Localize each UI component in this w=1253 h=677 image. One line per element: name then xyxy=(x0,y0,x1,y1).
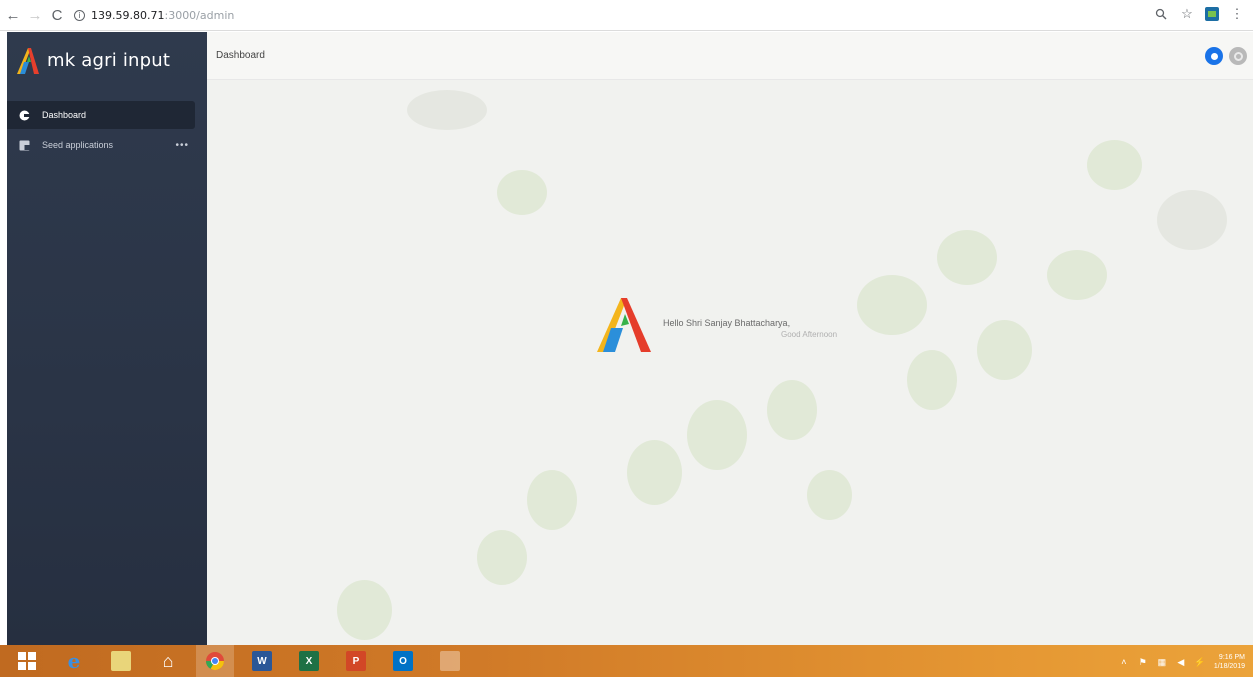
clock-date: 1/18/2019 xyxy=(1213,663,1245,670)
background-leaf xyxy=(407,90,487,130)
windows-start-icon[interactable] xyxy=(8,645,46,677)
sidebar-item-label: Seed applications xyxy=(42,140,114,150)
word-icon[interactable]: W xyxy=(243,645,281,677)
outlook-icon[interactable]: O xyxy=(384,645,422,677)
internet-explorer-icon[interactable]: e xyxy=(55,645,93,677)
background-leaf xyxy=(1047,250,1107,300)
background-leaf xyxy=(527,470,577,530)
background-leaf xyxy=(807,470,852,520)
background-leaf xyxy=(627,440,682,505)
network-icon[interactable]: ▦ xyxy=(1157,657,1167,667)
info-icon[interactable]: i xyxy=(74,9,85,21)
brand[interactable]: mk agri input xyxy=(7,32,207,89)
hello-text: Hello Shri Sanjay Bhattacharya, xyxy=(663,318,791,328)
background-leaf xyxy=(937,230,997,285)
url-host: 139.59.80.71 xyxy=(91,8,165,22)
clock[interactable]: 9:16 PM 1/18/2019 xyxy=(1214,653,1245,671)
file-explorer-icon[interactable] xyxy=(102,645,140,677)
flag-icon[interactable]: ⚑ xyxy=(1138,657,1148,667)
sidebar-item-label: Dashboard xyxy=(42,110,87,120)
page-title: Dashboard xyxy=(216,50,265,61)
browser-toolbar: ← → C i 139.59.80.71:3000/admin ☆ ⋮ xyxy=(0,0,1253,31)
top-header: Dashboard xyxy=(207,32,1253,80)
background-leaf xyxy=(477,530,527,585)
background-leaf xyxy=(907,350,957,410)
background-leaf xyxy=(767,380,817,440)
welcome-message: Hello Shri Sanjay Bhattacharya, Good Aft… xyxy=(597,298,897,358)
menu-dots-icon[interactable]: ⋮ xyxy=(1229,6,1245,22)
greeting-text: Good Afternoon xyxy=(781,330,838,339)
background-leaf xyxy=(497,170,547,215)
zoom-icon[interactable] xyxy=(1153,6,1169,22)
language-icon[interactable]: ⚡ xyxy=(1194,657,1205,667)
home-icon[interactable]: ⌂ xyxy=(149,645,187,677)
background-leaf xyxy=(1087,140,1142,190)
sidebar-item-dashboard[interactable]: Dashboard xyxy=(7,101,195,129)
extension-icon[interactable] xyxy=(1205,7,1219,21)
excel-icon[interactable]: X xyxy=(290,645,328,677)
reload-icon[interactable]: C xyxy=(48,6,66,24)
more-dots-icon[interactable]: ••• xyxy=(175,140,189,151)
background-leaf xyxy=(1157,190,1227,250)
back-arrow-icon[interactable]: ← xyxy=(4,6,22,24)
address-bar[interactable]: i 139.59.80.71:3000/admin xyxy=(74,9,234,22)
document-icon xyxy=(19,140,30,151)
gauge-icon xyxy=(19,110,30,121)
url-path: :3000/admin xyxy=(164,8,235,22)
sidebar-item-seed-applications[interactable]: Seed applications ••• xyxy=(7,131,195,159)
chrome-icon[interactable] xyxy=(196,645,234,677)
user-avatar-icon[interactable] xyxy=(1229,47,1247,65)
clock-time: 9:16 PM xyxy=(1218,654,1245,661)
chevron-up-icon[interactable]: ˄ xyxy=(1119,657,1129,667)
sidebar: mk agri input Dashboard Seed application… xyxy=(7,32,207,645)
star-icon[interactable]: ☆ xyxy=(1179,6,1195,22)
powerpoint-icon[interactable]: P xyxy=(337,645,375,677)
background-leaf xyxy=(977,320,1032,380)
windows-taskbar: e ⌂ W X P O ˄ ⚑ ▦ ◀ ⚡ 9:16 PM 1/18/2019 xyxy=(0,645,1253,677)
background-leaf xyxy=(687,400,747,470)
sidebar-menu: Dashboard Seed applications ••• xyxy=(7,101,207,159)
forward-arrow-icon[interactable]: → xyxy=(26,6,44,24)
brand-name: mk agri input xyxy=(47,50,171,71)
notification-bell-icon[interactable] xyxy=(1205,47,1223,65)
app-logo-icon xyxy=(597,298,651,352)
brand-logo-icon xyxy=(17,47,39,74)
volume-icon[interactable]: ◀ xyxy=(1176,657,1186,667)
app-icon[interactable] xyxy=(431,645,469,677)
main-content: Hello Shri Sanjay Bhattacharya, Good Aft… xyxy=(207,80,1253,645)
system-tray: ˄ ⚑ ▦ ◀ ⚡ 9:16 PM 1/18/2019 xyxy=(1119,653,1245,671)
background-leaf xyxy=(337,580,392,640)
